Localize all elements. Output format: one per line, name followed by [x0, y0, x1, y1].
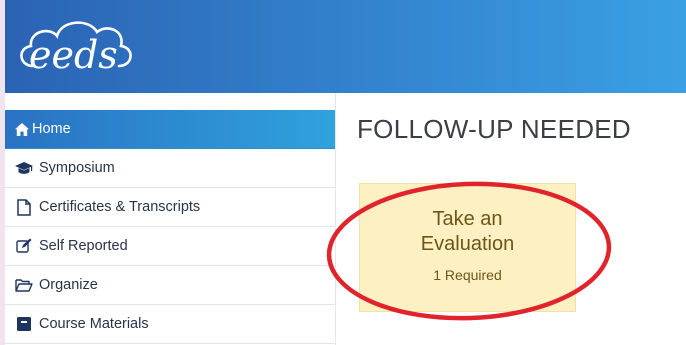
- app-window: eeds Home Symposium Certificates & Trans…: [5, 0, 686, 345]
- cloud-logo-icon: eeds: [20, 21, 132, 76]
- home-icon: [15, 120, 29, 138]
- sidebar-nav: Home Symposium Certificates & Transcript…: [5, 110, 335, 345]
- sidebar-item-label: Symposium: [39, 160, 115, 176]
- sidebar-item-self-reported[interactable]: Self Reported: [5, 227, 335, 266]
- sidebar-item-symposium[interactable]: Symposium: [5, 149, 335, 188]
- sidebar-item-label: Self Reported: [39, 238, 128, 254]
- sidebar-item-label: Organize: [39, 277, 98, 293]
- materials-icon: [15, 315, 33, 333]
- take-evaluation-card[interactable]: Take an Evaluation 1 Required: [359, 183, 576, 312]
- sidebar-item-organize[interactable]: Organize: [5, 266, 335, 305]
- sidebar-item-certificates[interactable]: Certificates & Transcripts: [5, 188, 335, 227]
- top-header: eeds: [5, 0, 686, 93]
- required-count: 1 Required: [433, 267, 502, 283]
- sidebar-item-course-materials[interactable]: Course Materials: [5, 305, 335, 344]
- folder-open-icon: [15, 276, 33, 294]
- edit-icon: [15, 237, 33, 255]
- eeds-logo[interactable]: eeds: [15, 14, 137, 76]
- sidebar-item-label: Home: [32, 121, 71, 137]
- sidebar-item-label: Course Materials: [39, 316, 149, 332]
- sidebar-item-label: Certificates & Transcripts: [39, 199, 201, 215]
- sidebar-divider: [335, 93, 336, 345]
- graduation-cap-icon: [15, 159, 33, 177]
- document-icon: [15, 198, 33, 216]
- sidebar-item-home[interactable]: Home: [5, 110, 335, 149]
- logo-text: eeds: [29, 33, 118, 76]
- page-title: FOLLOW-UP NEEDED: [357, 114, 632, 144]
- card-title-line2: Evaluation: [420, 233, 515, 255]
- card-title-line1: Take an: [432, 208, 503, 230]
